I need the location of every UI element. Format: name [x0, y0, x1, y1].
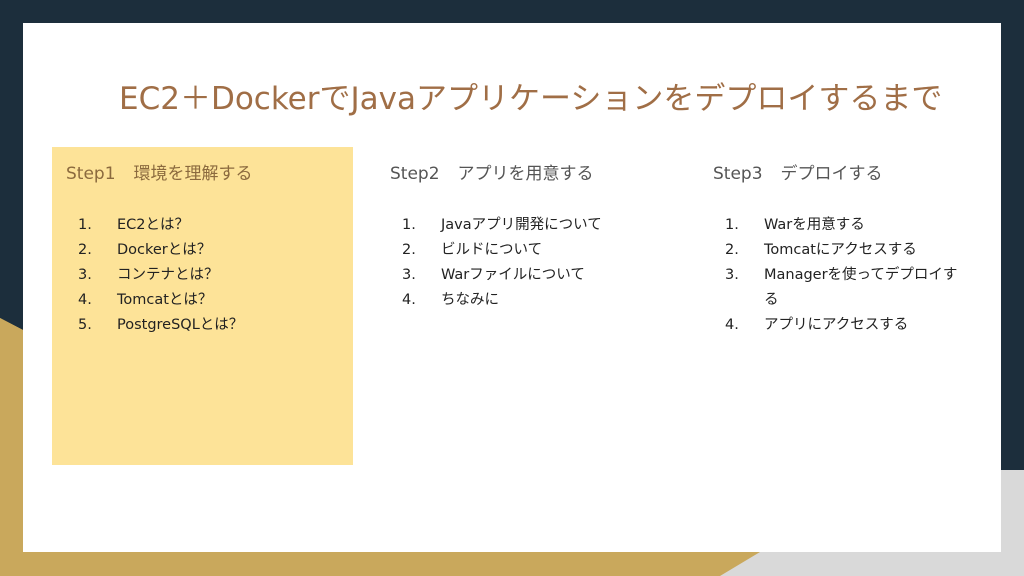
list-number: 3.	[725, 267, 739, 283]
step-heading-text: 環境を理解する	[133, 164, 253, 184]
list-item: 3. Warファイルについて	[376, 263, 602, 288]
list-number: 2.	[78, 242, 92, 258]
list-text: アプリにアクセスする	[764, 317, 909, 333]
step-label: Step2	[390, 164, 440, 184]
list-item: 2. Dockerとは？	[52, 238, 243, 263]
list-item: 4. ちなみに	[376, 288, 602, 313]
list-number: 3.	[402, 267, 416, 283]
list-text: Tomcatとは？	[117, 292, 213, 308]
list-text: Tomcatにアクセスする	[764, 242, 917, 258]
list-item: 1. EC2とは？	[52, 213, 243, 238]
list-item: 1. Warを用意する	[699, 213, 969, 238]
list-text: Warを用意する	[764, 217, 865, 233]
step-label: Step3	[713, 164, 763, 184]
list-text: Managerを使ってデプロイする	[764, 267, 958, 308]
step3-heading: Step3 デプロイする	[713, 159, 883, 184]
step1-column: Step1 環境を理解する 1. EC2とは？ 2. Dockerとは？ 3. コンテナ…	[52, 147, 353, 465]
step2-list: 1. Javaアプリ開発について 2. ビルドについて 3. Warファイルについて …	[376, 213, 602, 313]
list-number: 3.	[78, 267, 92, 283]
list-item: 4. アプリにアクセスする	[699, 313, 969, 338]
list-text: ちなみに	[441, 292, 499, 308]
list-number: 4.	[78, 292, 92, 308]
step-heading-text: デプロイする	[780, 164, 883, 184]
list-number: 1.	[402, 217, 416, 233]
list-item: 5. PostgreSQLとは？	[52, 313, 243, 338]
list-item: 2. Tomcatにアクセスする	[699, 238, 969, 263]
list-item: 4. Tomcatとは？	[52, 288, 243, 313]
step2-heading: Step2 アプリを用意する	[390, 159, 594, 184]
list-item: 2. ビルドについて	[376, 238, 602, 263]
list-text: PostgreSQLとは？	[117, 317, 244, 333]
list-number: 4.	[725, 317, 739, 333]
list-item: 3. コンテナとは？	[52, 263, 243, 288]
list-text: EC2とは？	[117, 217, 190, 233]
list-number: 4.	[402, 292, 416, 308]
list-text: Dockerとは？	[117, 242, 212, 258]
list-number: 2.	[402, 242, 416, 258]
list-text: ビルドについて	[441, 242, 543, 258]
list-item: 1. Javaアプリ開発について	[376, 213, 602, 238]
list-text: コンテナとは？	[117, 267, 219, 283]
slide-title: EC2＋DockerでJavaアプリケーションをデプロイするまで	[119, 81, 943, 117]
list-item: 3. Managerを使ってデプロイする	[699, 263, 969, 313]
slide: EC2＋DockerでJavaアプリケーションをデプロイするまで Step1 環境…	[23, 23, 1001, 552]
list-number: 2.	[725, 242, 739, 258]
step1-heading: Step1 環境を理解する	[66, 159, 253, 184]
step-heading-text: アプリを用意する	[457, 164, 594, 184]
list-text: Javaアプリ開発について	[441, 217, 602, 233]
step3-list: 1. Warを用意する 2. Tomcatにアクセスする 3. Managerを使って…	[699, 213, 969, 338]
list-number: 1.	[78, 217, 92, 233]
list-number: 5.	[78, 317, 92, 333]
list-number: 1.	[725, 217, 739, 233]
list-text: Warファイルについて	[441, 267, 585, 283]
step1-list: 1. EC2とは？ 2. Dockerとは？ 3. コンテナとは？ 4. Tomcatと…	[52, 213, 243, 338]
step-label: Step1	[66, 164, 116, 184]
